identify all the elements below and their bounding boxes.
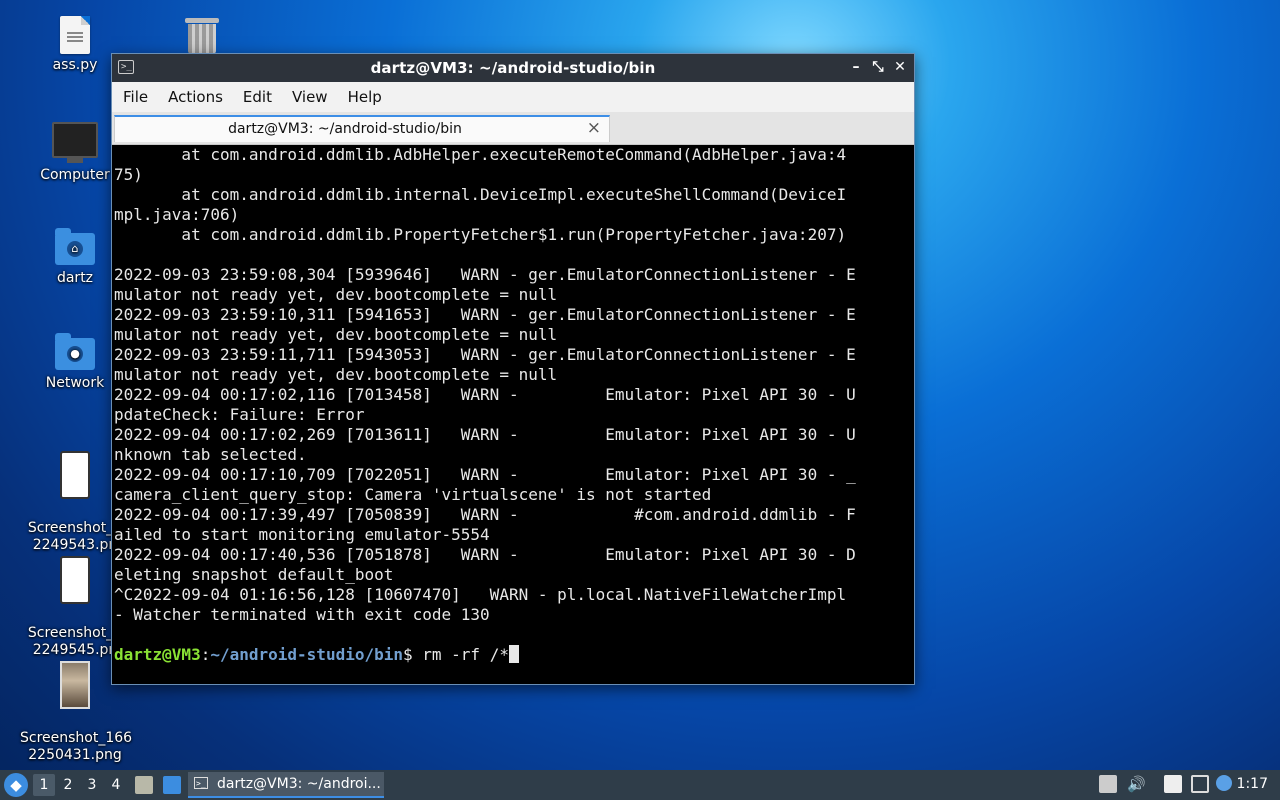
window-title: dartz@VM3: ~/android-studio/bin [370,59,656,77]
menu-edit[interactable]: Edit [236,88,279,106]
terminal-line: mpl.java:706) [114,205,240,224]
image-file-icon [60,556,90,604]
file-manager-icon[interactable] [135,776,153,794]
terminal-line: 2022-09-04 00:17:10,709 [7022051] WARN -… [114,465,856,484]
prompt-symbol: $ [403,645,423,664]
terminal-line: 2022-09-03 23:59:10,311 [5941653] WARN -… [114,305,856,324]
display-icon[interactable] [1191,775,1209,793]
workspace-3[interactable]: 3 [81,774,103,796]
terminal-window: >_ dartz@VM3: ~/android-studio/bin – ⤡ ✕… [111,53,915,685]
terminal-line: mulator not ready yet, dev.bootcomplete … [114,365,558,384]
terminal-icon: >_ [194,777,208,789]
workspace-4[interactable]: 4 [105,774,127,796]
start-menu-icon[interactable]: ◆ [4,773,28,797]
terminal-line: - Watcher terminated with exit code 130 [114,605,490,624]
clipboard-icon[interactable] [1164,775,1182,793]
terminal-line: 75) [114,165,143,184]
terminal-line: ailed to start monitoring emulator-5554 [114,525,490,544]
menu-actions[interactable]: Actions [161,88,230,106]
minimize-button[interactable]: – [848,58,864,76]
terminal-line: 2022-09-04 00:17:02,116 [7013458] WARN -… [114,385,856,404]
terminal-line: mulator not ready yet, dev.bootcomplete … [114,285,558,304]
desktop-icon-label: Screenshot_166 2250431.png [20,730,133,763]
terminal-line: at com.android.ddmlib.AdbHelper.executeR… [114,145,847,164]
terminal-line: camera_client_query_stop: Camera 'virtua… [114,485,712,504]
image-file-icon [60,661,90,709]
terminal-line: at com.android.ddmlib.PropertyFetcher$1.… [114,225,847,244]
terminal-tab[interactable]: dartz@VM3: ~/android-studio/bin × [114,115,610,142]
image-file-icon [60,451,90,499]
terminal-log: at com.android.ddmlib.AdbHelper.executeR… [112,145,912,645]
volume-icon[interactable]: 🔊 [1127,775,1146,793]
text-cursor [508,645,519,663]
show-desktop-icon[interactable] [163,776,181,794]
tab-bar: dartz@VM3: ~/android-studio/bin × [112,112,914,145]
terminal-line: 2022-09-04 00:17:40,536 [7051878] WARN -… [114,545,856,564]
terminal-prompt-line[interactable]: dartz@VM3:~/android-studio/bin$ rm -rf /… [112,645,912,665]
terminal-line: eleting snapshot default_boot [114,565,394,584]
updates-icon[interactable] [1099,775,1117,793]
clock[interactable]: 1:17 [1237,776,1268,792]
network-folder-icon: ● [55,333,95,370]
terminal-line: nknown tab selected. [114,445,307,464]
terminal-line: at com.android.ddmlib.internal.DeviceImp… [114,185,847,204]
computer-icon [52,122,98,158]
taskbar: ◆ 1 2 3 4 >_ dartz@VM3: ~/androi... 🔊 1:… [0,770,1280,800]
menu-file[interactable]: File [116,88,155,106]
prompt-path: ~/android-studio/bin [210,645,403,664]
prompt-user: dartz@VM3 [114,645,201,664]
tab-close-icon[interactable]: × [587,118,601,138]
window-titlebar[interactable]: >_ dartz@VM3: ~/android-studio/bin – ⤡ ✕ [112,54,914,82]
task-label: dartz@VM3: ~/androi... [217,776,381,792]
taskbar-task-terminal[interactable]: >_ dartz@VM3: ~/androi... [188,772,384,798]
terminal-line: 2022-09-04 00:17:39,497 [7050839] WARN -… [114,505,856,524]
workspace-1[interactable]: 1 [33,774,55,796]
command-input[interactable]: rm -rf /* [422,645,509,664]
close-button[interactable]: ✕ [892,58,908,76]
workspace-2[interactable]: 2 [57,774,79,796]
terminal-line: pdateCheck: Failure: Error [114,405,365,424]
terminal-line: mulator not ready yet, dev.bootcomplete … [114,325,558,344]
home-folder-icon: ⌂ [55,228,95,265]
terminal-output[interactable]: at com.android.ddmlib.AdbHelper.executeR… [112,145,912,683]
notification-icon[interactable] [1216,775,1232,791]
maximize-button[interactable]: ⤡ [870,58,886,76]
trash-icon[interactable] [185,18,219,54]
terminal-line: ^C2022-09-04 01:16:56,128 [10607470] WAR… [114,585,847,604]
tab-label: dartz@VM3: ~/android-studio/bin [228,121,462,137]
terminal-line: 2022-09-03 23:59:08,304 [5939646] WARN -… [114,265,856,284]
terminal-line: 2022-09-03 23:59:11,711 [5943053] WARN -… [114,345,856,364]
text-file-icon [60,16,90,54]
menu-bar: File Actions Edit View Help [112,82,914,112]
menu-view[interactable]: View [285,88,335,106]
terminal-line: 2022-09-04 00:17:02,269 [7013611] WARN -… [114,425,856,444]
prompt-separator: : [200,645,211,664]
menu-help[interactable]: Help [341,88,389,106]
